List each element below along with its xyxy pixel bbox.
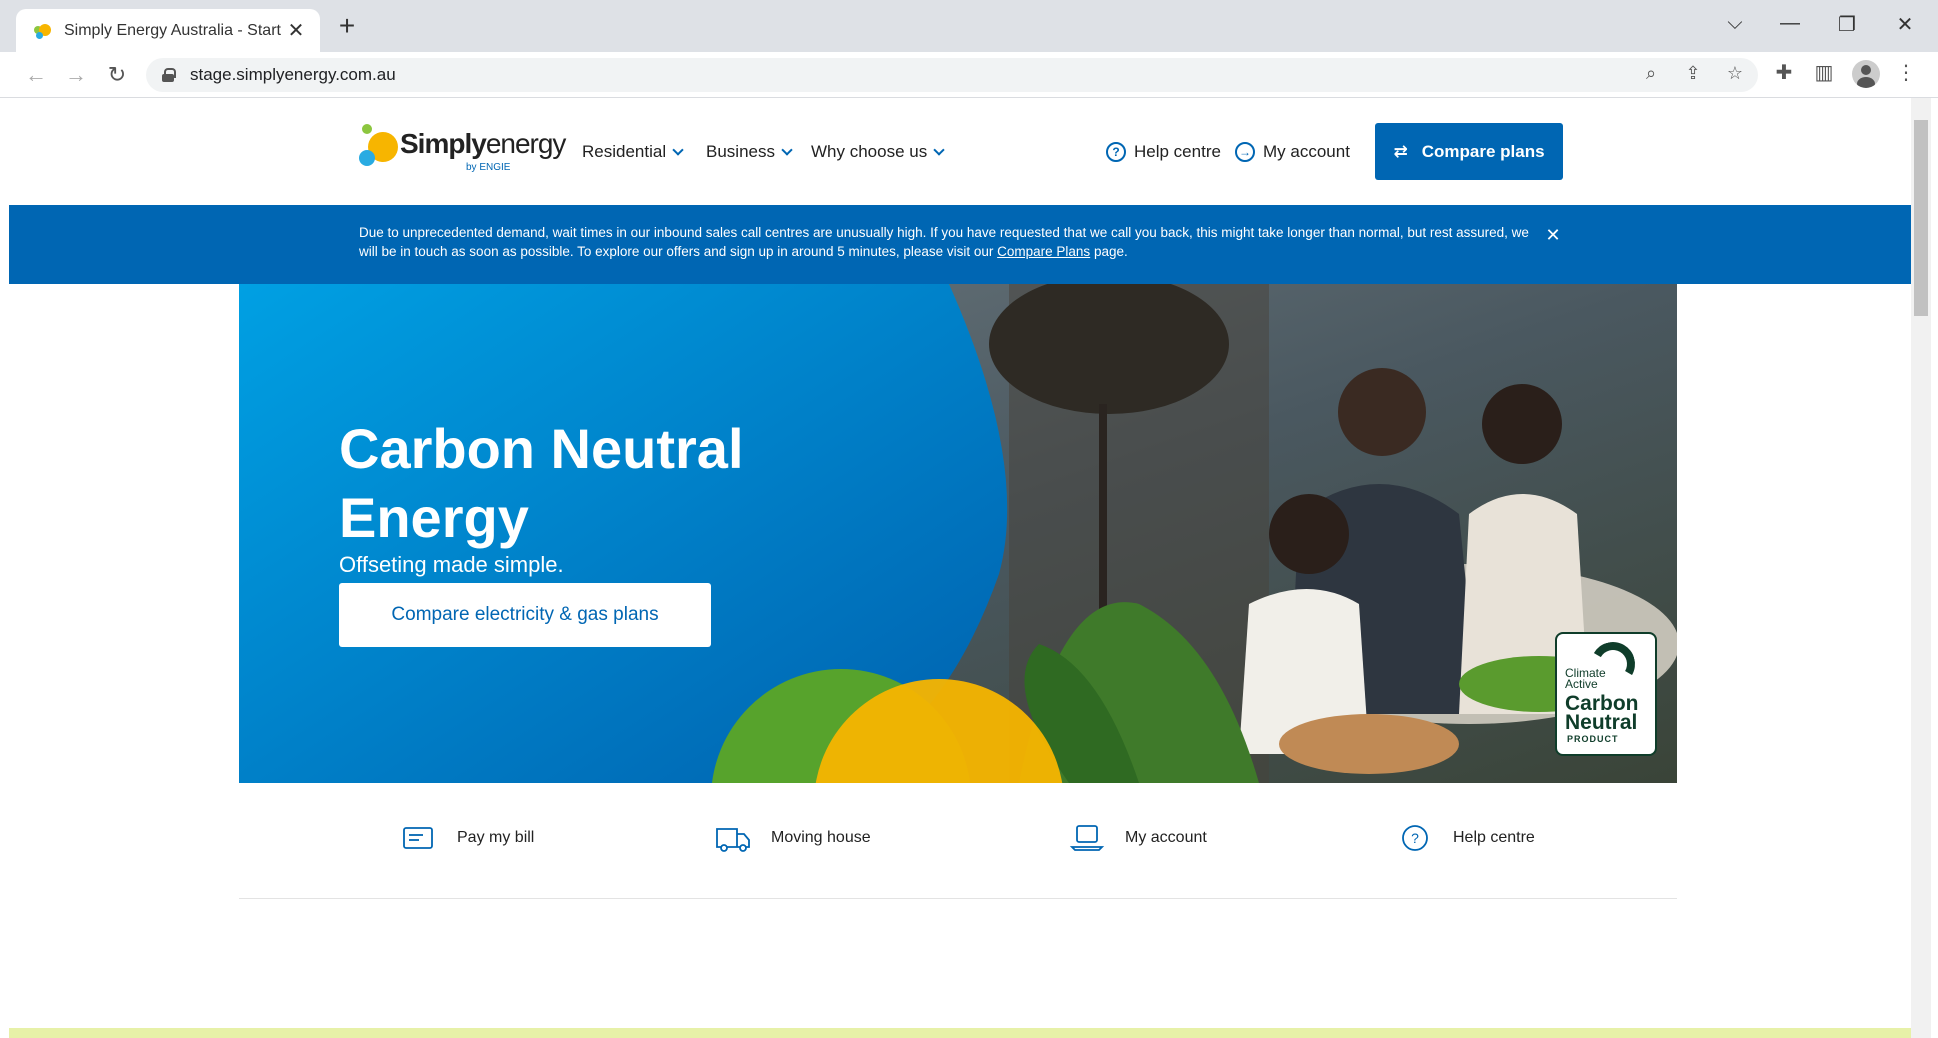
tab-search-icon[interactable]: ⌵ [1720, 12, 1750, 35]
zoom-icon[interactable]: ⌕ [1640, 63, 1662, 84]
logo-dot-green [362, 124, 372, 134]
simply-energy-logo[interactable]: Simplyenergy by ENGIE [358, 122, 566, 178]
new-tab-icon[interactable]: + [332, 12, 362, 42]
login-icon: → [1235, 142, 1255, 162]
compare-electricity-gas-button[interactable]: Compare electricity & gas plans [339, 583, 711, 647]
forward-icon[interactable]: → [62, 61, 90, 89]
nav-why-choose-us[interactable]: Why choose us [811, 142, 945, 162]
tab-close-icon[interactable]: ✕ [286, 18, 306, 43]
hero-section: Carbon Neutral Energy Offseting made sim… [239, 284, 1677, 783]
badge-line2: Carbon Neutral [1565, 692, 1639, 734]
truck-icon [716, 828, 750, 852]
help-centre-link[interactable]: ? Help centre [1106, 142, 1221, 162]
quick-link-my-account[interactable]: My account [1069, 823, 1207, 853]
site-header: Simplyenergy by ENGIE Residential Busine… [9, 98, 1911, 205]
minimize-icon[interactable]: — [1775, 12, 1805, 35]
nav-residential[interactable]: Residential [582, 142, 684, 162]
address-bar[interactable]: stage.simplyenergy.com.au ⌕ ⇪ ☆ [146, 58, 1758, 92]
logo-wordmark: Simplyenergy [400, 128, 566, 159]
badge-line3: PRODUCT [1567, 734, 1619, 744]
quick-links: Pay my bill Moving house My account ? He… [239, 783, 1677, 899]
close-icon[interactable]: ✕ [1543, 225, 1563, 246]
browser-toolbar: ← → ↻ stage.simplyenergy.com.au ⌕ ⇪ ☆ [0, 52, 1938, 98]
reload-icon[interactable]: ↻ [103, 61, 131, 89]
browser-tab[interactable]: Simply Energy Australia - Start To ✕ [16, 9, 320, 52]
restore-icon[interactable]: ❐ [1832, 12, 1862, 37]
quick-link-help-centre[interactable]: ? Help centre [1397, 823, 1535, 853]
logo-dot-blue [359, 150, 375, 166]
notice-banner: Due to unprecedented demand, wait times … [9, 205, 1911, 284]
chrome-menu-icon[interactable]: ⋮ [1892, 60, 1920, 85]
chevron-down-icon [672, 144, 684, 156]
chevron-down-icon [781, 144, 793, 156]
page-scrollbar[interactable] [1911, 98, 1931, 1038]
close-window-icon[interactable]: ✕ [1890, 12, 1920, 37]
hero-subtitle: Offseting made simple. [339, 552, 564, 577]
browser-tabstrip: Simply Energy Australia - Start To ✕ + ⌵… [0, 0, 1938, 52]
compare-plans-link[interactable]: Compare Plans [997, 244, 1090, 259]
side-panel-icon[interactable]: ▥ [1810, 60, 1838, 85]
compare-plans-button[interactable]: ⇄ Compare plans [1375, 123, 1563, 180]
hero-title: Carbon Neutral Energy [339, 417, 744, 549]
footer-strip [9, 1028, 1911, 1038]
question-icon: ? [1402, 825, 1428, 851]
scrollbar-thumb[interactable] [1914, 120, 1928, 316]
nav-business[interactable]: Business [706, 142, 793, 162]
svg-text:?: ? [1411, 830, 1419, 846]
climate-active-badge: Climate Active Carbon Neutral PRODUCT [1555, 632, 1657, 756]
banner-message: Due to unprecedented demand, wait times … [359, 225, 1529, 259]
tab-title: Simply Energy Australia - Start To [64, 21, 282, 39]
share-icon[interactable]: ⇪ [1682, 63, 1704, 84]
card-icon [403, 827, 433, 849]
my-account-link[interactable]: → My account [1235, 142, 1350, 162]
lock-icon [162, 68, 176, 82]
bookmark-star-icon[interactable]: ☆ [1724, 63, 1746, 84]
favicon-icon [34, 22, 52, 40]
url-text: stage.simplyenergy.com.au [190, 65, 396, 84]
question-icon: ? [1106, 142, 1126, 162]
laptop-icon [1069, 825, 1105, 851]
web-page: Simplyenergy by ENGIE Residential Busine… [9, 98, 1911, 1038]
back-icon[interactable]: ← [22, 61, 50, 89]
chevron-down-icon [933, 144, 945, 156]
extensions-icon[interactable]: ✚ [1770, 60, 1798, 85]
quick-link-pay-bill[interactable]: Pay my bill [401, 823, 534, 853]
compare-icon: ⇄ [1393, 141, 1408, 161]
profile-avatar[interactable] [1852, 60, 1880, 88]
quick-link-moving-house[interactable]: Moving house [715, 823, 871, 853]
logo-byline: by ENGIE [466, 162, 511, 173]
badge-line1: Climate Active [1565, 666, 1606, 691]
